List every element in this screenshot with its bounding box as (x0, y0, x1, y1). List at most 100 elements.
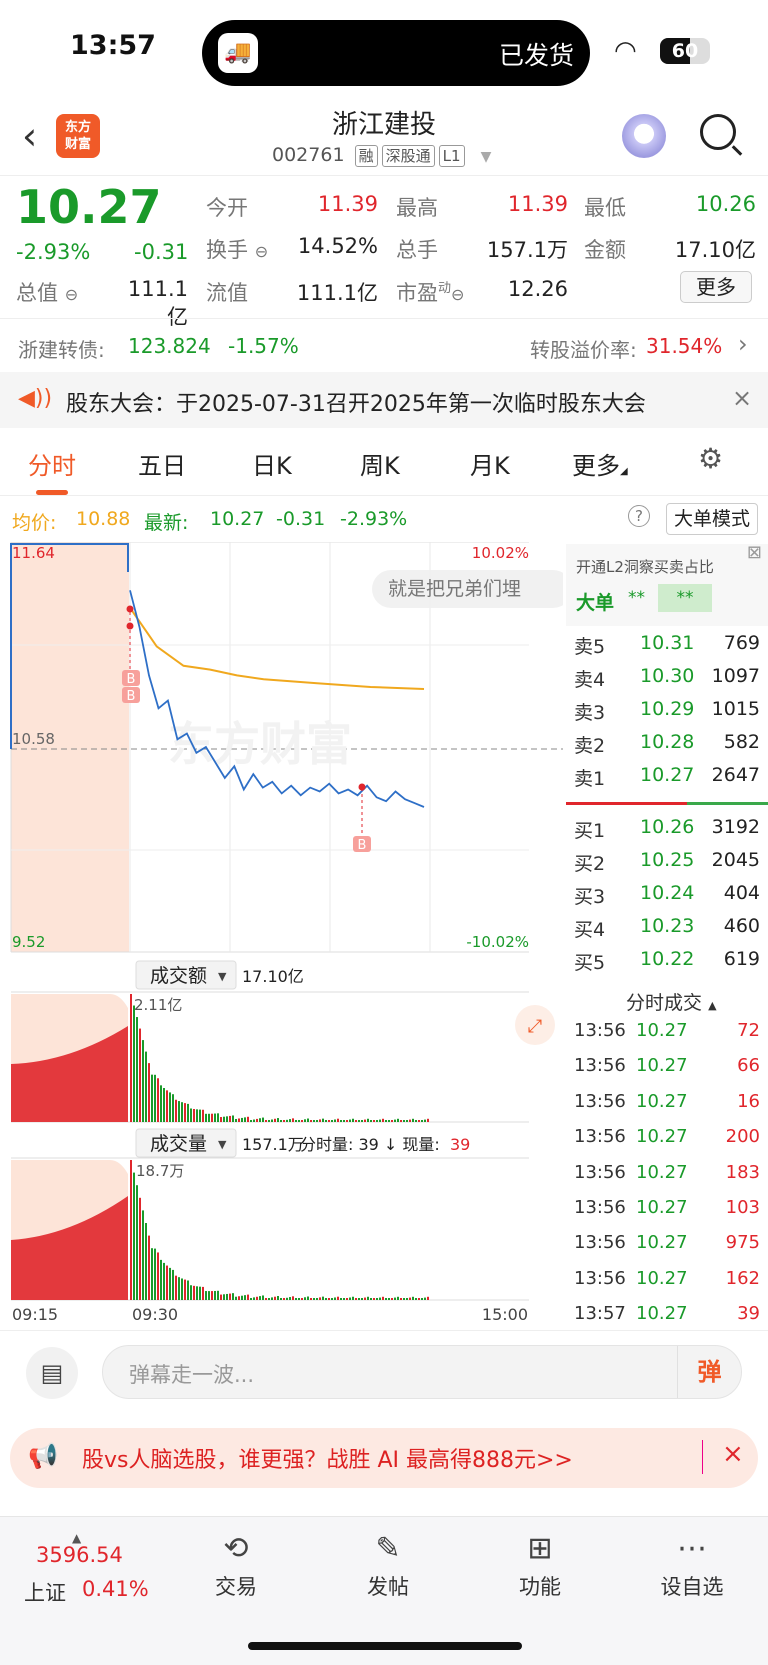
volume-bar (292, 1118, 294, 1122)
promo-banner[interactable]: 📢 股vs人脑选股，谁更强？战胜 AI 最高得888元>> × (10, 1428, 758, 1488)
volume-bar (403, 1120, 405, 1122)
volume-bar (358, 1298, 360, 1300)
volume-bar (418, 1298, 420, 1300)
big-order-mode-button[interactable]: 大单模式 (666, 503, 758, 535)
tag-connect: 深股通 (381, 145, 435, 167)
volume-bar (349, 1119, 351, 1122)
volume-bar (250, 1120, 252, 1122)
volume-bar (136, 1017, 138, 1122)
nav-functions[interactable]: ⊞ 功能 (490, 1527, 590, 1601)
volume-bar (178, 1101, 180, 1122)
volume-bar (277, 1295, 279, 1300)
stat-label: 换手 ⊖ (206, 238, 269, 262)
volume-bar (355, 1120, 357, 1122)
volume-bar (148, 1063, 150, 1122)
nav-trade[interactable]: ⟲ 交易 (186, 1527, 286, 1601)
convertible-bond-row[interactable]: 浙建转债: 123.824 -1.57% 转股溢价率: 31.54% › (0, 320, 768, 368)
volume-bar (193, 1285, 195, 1300)
stat-value: 11.39 (317, 192, 378, 216)
volume-bar (337, 1118, 339, 1122)
close-icon[interactable]: × (732, 384, 752, 412)
volume-bar (142, 1210, 144, 1300)
stock-header: ‹ 东方财富 浙江建投 002761 融深股通 L1 ▼ (0, 104, 768, 176)
volume-bar (247, 1294, 249, 1300)
volume-bar (397, 1296, 399, 1300)
latest-pct: -2.93% (340, 508, 408, 530)
robot-assistant-icon[interactable] (622, 114, 666, 158)
chart-tabs: 分时 五日 日K 周K 月K 更多◢ ⚙ (0, 432, 768, 496)
stat-value: 17.10亿 (674, 238, 756, 262)
volume-bar (301, 1298, 303, 1300)
stat-value: 14.52% (297, 234, 378, 258)
announcement-text: 股东大会：于2025-07-31召开2025年第一次临时股东大会 (66, 392, 646, 417)
volume-bar (376, 1120, 378, 1122)
more-button[interactable]: 更多 (680, 271, 752, 303)
x-mid-label: 09:30 (132, 1305, 178, 1322)
tab-weekly-k[interactable]: 周K (360, 446, 400, 481)
help-icon[interactable]: ? (628, 505, 650, 527)
latest-label: 最新: (144, 512, 189, 534)
volume-bar (334, 1119, 336, 1122)
volume-bar (151, 1248, 153, 1300)
volume-bar (403, 1298, 405, 1300)
gear-icon[interactable]: ⚙ (698, 442, 723, 475)
close-icon[interactable]: × (722, 1439, 744, 1469)
volume-bar (163, 1088, 165, 1122)
volume-bar (301, 1120, 303, 1122)
chevron-right-icon: › (738, 330, 748, 358)
l2-banner[interactable]: 开通L2洞察买卖占比 ⊠ 大单 ** ** (566, 542, 768, 626)
svg-text:B: B (358, 838, 367, 853)
volume-bar (352, 1118, 354, 1122)
announcement-bar[interactable]: ◀)) 股东大会：于2025-07-31召开2025年第一次临时股东大会 × (0, 372, 768, 428)
volume-bar (172, 1269, 174, 1300)
stat-label: 总手 (396, 238, 438, 262)
nav-add-watchlist[interactable]: ⋯ 设自选 (642, 1527, 742, 1601)
stock-code-row[interactable]: 002761 融深股通 L1 ▼ (272, 144, 491, 167)
volume-bar (184, 1103, 186, 1122)
tab-more[interactable]: 更多◢ (572, 446, 628, 481)
volume-bar (355, 1298, 357, 1300)
volume-bar (283, 1298, 285, 1300)
danmaku-bar: ▤ 弹幕走一波... 弹 (0, 1330, 768, 1410)
change-pct: -2.93% (16, 240, 91, 264)
dynamic-island[interactable]: 🚚 已发货 (202, 20, 590, 86)
tab-five-day[interactable]: 五日 (138, 446, 186, 481)
volume-bar (241, 1295, 243, 1300)
volume-bar (292, 1296, 294, 1300)
volume-bar (220, 1294, 222, 1300)
volume-bar (388, 1120, 390, 1122)
ticks-title[interactable]: 分时成交 ▲ (626, 988, 717, 1015)
volume-max: 18.7万 (136, 1162, 184, 1180)
danmaku-settings-icon[interactable]: ▤ (26, 1347, 78, 1399)
stat-label: 总值 ⊖ (16, 281, 79, 305)
promo-text: 股vs人脑选股，谁更强？战胜 AI 最高得888元>> (82, 1448, 573, 1473)
chevron-down-icon: ▼ (480, 149, 492, 165)
volume-bar (181, 1102, 183, 1122)
volume-bar (382, 1296, 384, 1300)
tab-monthly-k[interactable]: 月K (470, 446, 510, 481)
latest-value: 10.27 (210, 508, 265, 530)
volume-bar (373, 1120, 375, 1122)
volume-bar (229, 1115, 231, 1122)
tab-intraday[interactable]: 分时 (28, 446, 76, 495)
megaphone-icon: 📢 (28, 1442, 58, 1470)
volume-bar (232, 1115, 234, 1122)
tab-daily-k[interactable]: 日K (252, 446, 292, 481)
volume-bar (250, 1298, 252, 1300)
send-danmaku-button[interactable]: 弹 (677, 1346, 741, 1398)
volume-bar (283, 1120, 285, 1122)
volume-bar (376, 1298, 378, 1300)
volume-bar (223, 1294, 225, 1300)
clock: 13:57 (70, 30, 156, 61)
danmaku-input[interactable]: 弹幕走一波... 弹 (102, 1345, 742, 1399)
nav-post[interactable]: ✎ 发帖 (338, 1527, 438, 1601)
volume-bar (217, 1113, 219, 1122)
volume-bar (190, 1108, 192, 1122)
volume-bar (340, 1120, 342, 1122)
close-icon[interactable]: ⊠ (747, 542, 762, 563)
home-indicator (248, 1642, 522, 1650)
intraday-chart[interactable]: 东方财富 B B B 就是把兄弟们埋 11.64 10.02% 10.58 9.… (10, 542, 563, 1322)
volume-bar (316, 1298, 318, 1300)
search-icon[interactable] (700, 114, 736, 150)
svg-text:成交额: 成交额 (150, 965, 207, 987)
